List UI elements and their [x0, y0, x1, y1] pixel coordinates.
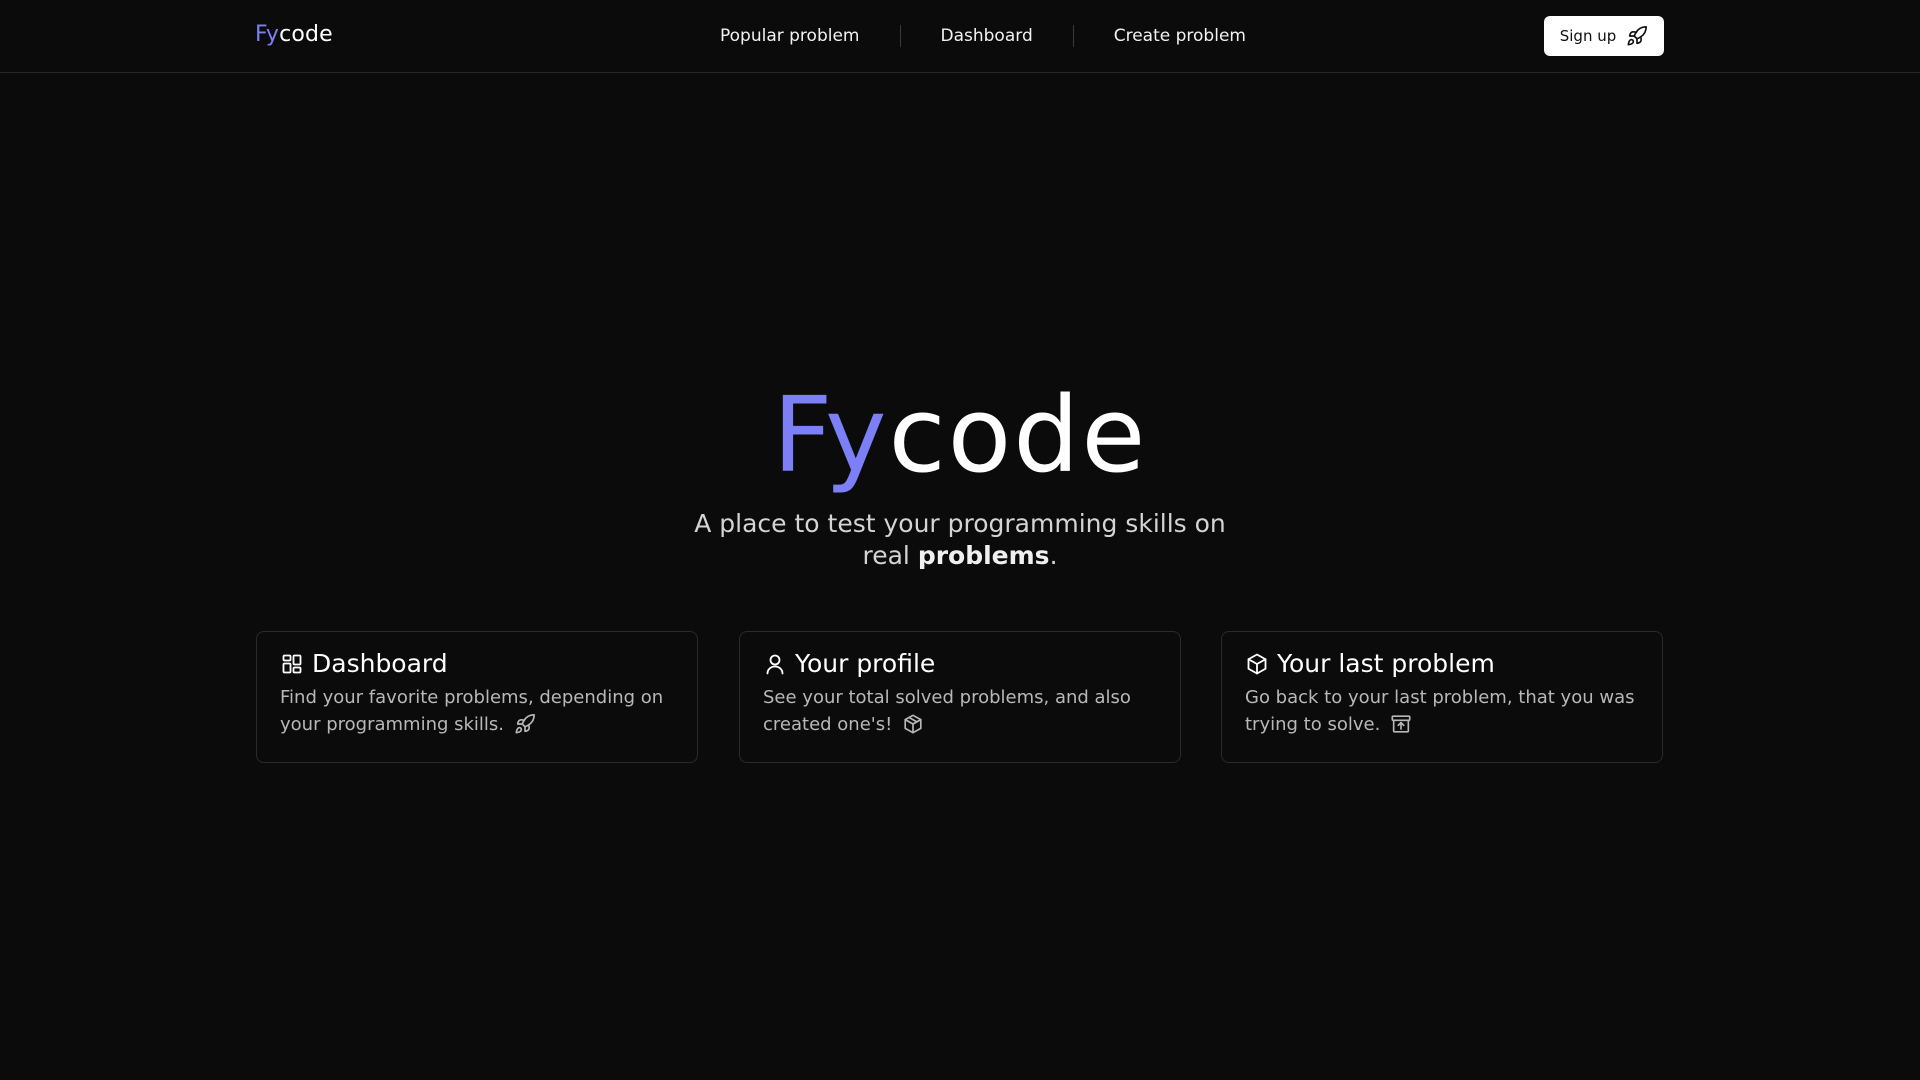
profile-card[interactable]: Your profile See your total solved probl… — [739, 631, 1181, 763]
rocket-icon — [1627, 26, 1648, 46]
logo-rest: code — [279, 22, 333, 47]
dashboard-card[interactable]: Dashboard Find your favorite problems, d… — [256, 631, 698, 763]
user-icon — [766, 654, 784, 675]
hero-subtitle-bold: problems — [917, 541, 1050, 570]
rocket-icon — [515, 714, 535, 734]
top-navbar: Fycode Popular problem Dashboard Create … — [0, 0, 1920, 73]
sign-up-label: Sign up — [1559, 27, 1617, 45]
nav-dashboard[interactable]: Dashboard — [901, 22, 1073, 50]
hero-subtitle-period: . — [1049, 541, 1058, 570]
hero-title: Fycode — [0, 372, 1920, 498]
card-description-text: Find your favorite problems, depending o… — [280, 687, 664, 735]
card-title: Your profile — [795, 649, 936, 678]
card-title: Dashboard — [312, 649, 448, 678]
card-title-row: Your last problem — [1245, 648, 1640, 680]
card-title: Your last problem — [1277, 649, 1495, 678]
package-icon — [1247, 653, 1267, 675]
archive-icon — [1391, 715, 1411, 733]
card-description: Go back to your last problem, that you w… — [1245, 684, 1640, 738]
card-title-row: Your profile — [763, 648, 1158, 680]
package-icon — [904, 714, 922, 734]
sign-up-button[interactable]: Sign up — [1544, 16, 1664, 56]
card-description: See your total solved problems, and also… — [763, 684, 1158, 738]
hero-subtitle: A place to test your programming skills … — [690, 508, 1230, 572]
hero-title-accent: Fy — [772, 374, 889, 496]
logo-accent: Fy — [255, 22, 280, 47]
last-problem-card[interactable]: Your last problem Go back to your last p… — [1221, 631, 1663, 763]
nav-create-problem[interactable]: Create problem — [1074, 22, 1286, 50]
card-description-text: See your total solved problems, and also… — [763, 687, 1131, 735]
card-title-row: Dashboard — [280, 648, 675, 680]
card-description: Find your favorite problems, depending o… — [280, 684, 675, 738]
hero-title-rest: code — [888, 374, 1148, 496]
dashboard-icon — [282, 654, 302, 674]
card-description-text: Go back to your last problem, that you w… — [1245, 687, 1635, 735]
main-nav: Popular problem Dashboard Create problem — [680, 22, 1286, 50]
logo-link[interactable]: Fycode — [255, 20, 333, 50]
nav-popular-problem[interactable]: Popular problem — [680, 22, 900, 50]
